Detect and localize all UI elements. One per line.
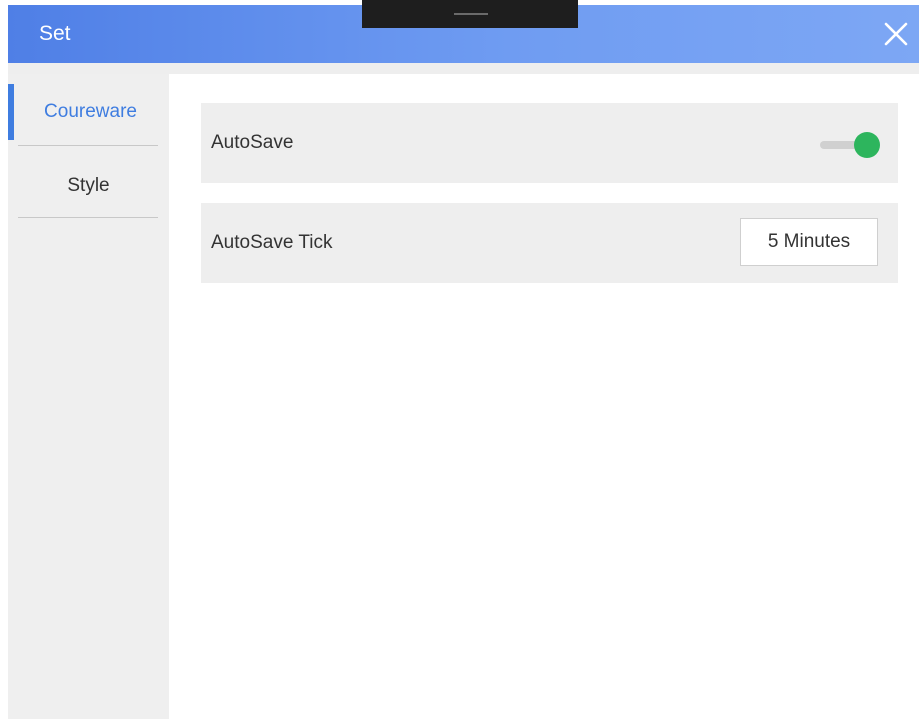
title-bar[interactable]: Set bbox=[8, 0, 919, 63]
autosave-toggle[interactable] bbox=[820, 132, 880, 158]
autosave-tick-select[interactable]: 5 Minutes bbox=[740, 218, 878, 266]
settings-window: Set Coureware Style AutoSave AutoSave Ti… bbox=[0, 0, 919, 719]
settings-content: AutoSave AutoSave Tick 5 Minutes bbox=[169, 74, 919, 719]
sidebar-divider bbox=[18, 145, 158, 146]
close-icon bbox=[884, 22, 908, 46]
sidebar-divider bbox=[18, 217, 158, 218]
autosave-tick-label: AutoSave Tick bbox=[211, 232, 333, 253]
setting-row-autosave-tick: AutoSave Tick 5 Minutes bbox=[201, 203, 898, 283]
close-button[interactable] bbox=[879, 17, 913, 51]
toggle-knob bbox=[854, 132, 880, 158]
sidebar-item-label: Style bbox=[67, 175, 110, 196]
settings-sidebar: Coureware Style bbox=[8, 74, 169, 719]
drag-grip-icon bbox=[454, 13, 488, 15]
sidebar-item-style[interactable]: Style bbox=[8, 74, 169, 196]
autosave-label: AutoSave bbox=[211, 132, 294, 153]
drag-handle[interactable] bbox=[362, 0, 578, 28]
setting-row-autosave: AutoSave bbox=[201, 103, 898, 183]
window-title: Set bbox=[39, 22, 71, 45]
header-divider bbox=[8, 63, 919, 74]
